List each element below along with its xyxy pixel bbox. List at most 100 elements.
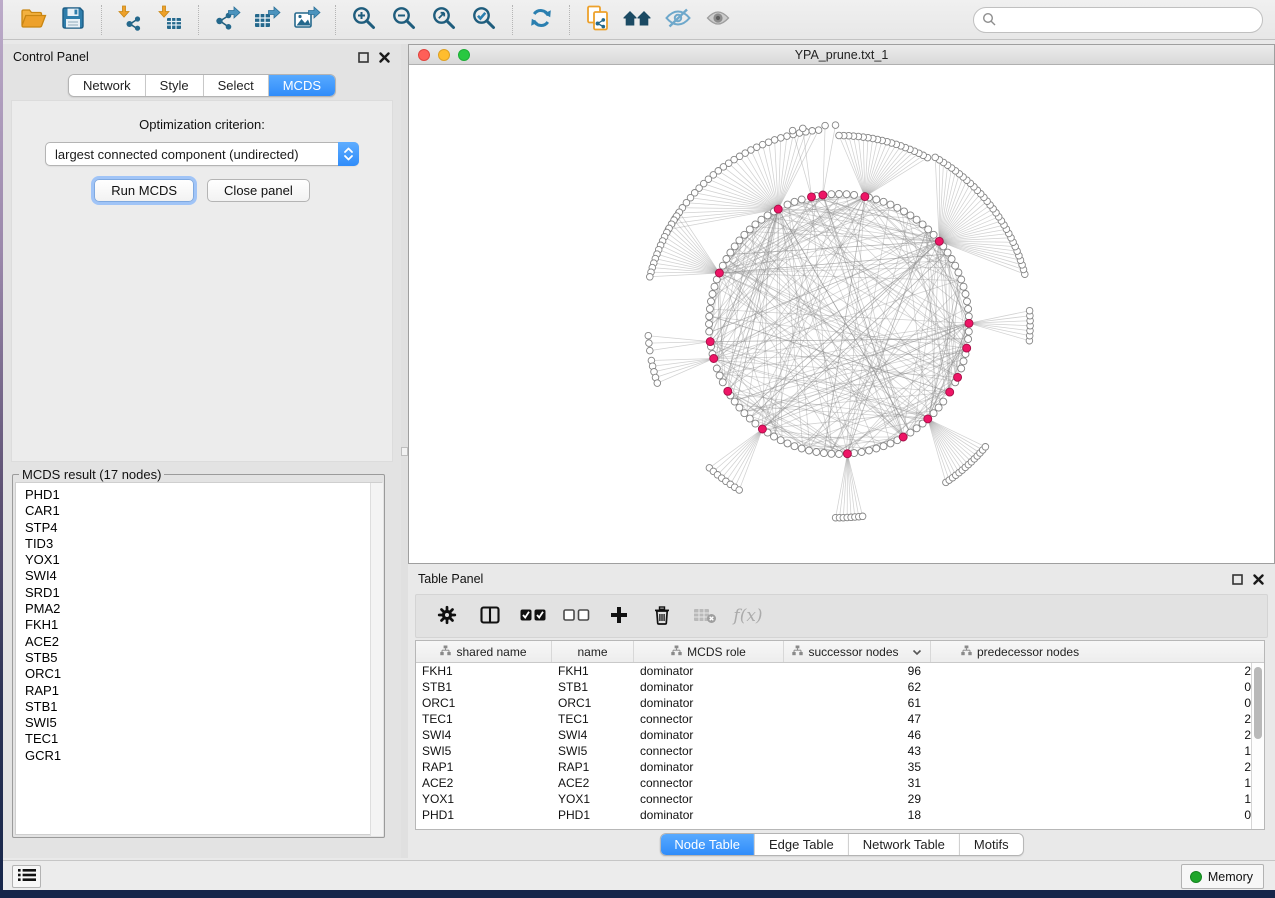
- result-node-item[interactable]: RAP1: [25, 683, 381, 699]
- table-row[interactable]: FKH1FKH1dominator962: [416, 663, 1264, 679]
- leaf-node[interactable]: [859, 513, 866, 520]
- result-node-item[interactable]: PHD1: [25, 487, 381, 503]
- result-node-item[interactable]: SWI5: [25, 715, 381, 731]
- network-node[interactable]: [746, 226, 753, 233]
- network-node[interactable]: [907, 212, 914, 219]
- network-node[interactable]: [887, 440, 894, 447]
- leaf-node[interactable]: [647, 274, 654, 281]
- tab-select[interactable]: Select: [204, 75, 269, 96]
- network-node[interactable]: [771, 433, 778, 440]
- column-header-name[interactable]: name: [552, 641, 634, 662]
- network-node[interactable]: [758, 216, 765, 223]
- window-close-icon[interactable]: [418, 49, 430, 61]
- export-table-button[interactable]: [247, 3, 287, 37]
- network-node[interactable]: [706, 321, 713, 328]
- column-header-successor-nodes[interactable]: successor nodes: [784, 641, 931, 662]
- network-node[interactable]: [719, 379, 726, 386]
- network-node[interactable]: [873, 196, 880, 203]
- leaf-node[interactable]: [646, 340, 653, 347]
- table-scrollbar-thumb[interactable]: [1254, 667, 1262, 739]
- network-node[interactable]: [713, 365, 720, 372]
- network-node[interactable]: [741, 231, 748, 238]
- mcds-hub-node[interactable]: [819, 191, 827, 199]
- mcds-hub-node[interactable]: [924, 415, 932, 423]
- network-node[interactable]: [716, 372, 723, 379]
- settings-gear-button[interactable]: [432, 601, 462, 631]
- deselect-all-button[interactable]: [561, 601, 591, 631]
- network-node[interactable]: [880, 198, 887, 205]
- table-row[interactable]: STB1STB1dominator620: [416, 679, 1264, 695]
- network-node[interactable]: [813, 449, 820, 456]
- network-node[interactable]: [930, 231, 937, 238]
- network-node[interactable]: [836, 451, 843, 458]
- mcds-hub-node[interactable]: [899, 433, 907, 441]
- network-node[interactable]: [706, 313, 713, 320]
- network-node[interactable]: [952, 262, 959, 269]
- leaf-node[interactable]: [1026, 307, 1033, 314]
- column-header-MCDS-role[interactable]: MCDS role: [634, 641, 784, 662]
- criterion-select[interactable]: largest connected component (undirected): [45, 142, 359, 166]
- network-node[interactable]: [836, 191, 843, 198]
- network-node[interactable]: [828, 450, 835, 457]
- add-column-button[interactable]: [604, 601, 634, 631]
- tab-node-table[interactable]: Node Table: [660, 834, 755, 855]
- table-row[interactable]: SWI4SWI4dominator462: [416, 727, 1264, 743]
- leaf-node[interactable]: [736, 487, 743, 494]
- tab-network-table[interactable]: Network Table: [849, 834, 960, 855]
- network-node[interactable]: [731, 243, 738, 250]
- network-node[interactable]: [727, 249, 734, 256]
- float-panel-icon[interactable]: [357, 51, 370, 64]
- network-node[interactable]: [736, 237, 743, 244]
- result-node-item[interactable]: FKH1: [25, 617, 381, 633]
- network-node[interactable]: [964, 298, 971, 305]
- network-node[interactable]: [709, 291, 716, 298]
- window-minimize-icon[interactable]: [438, 49, 450, 61]
- select-all-button[interactable]: [518, 601, 548, 631]
- import-network-button[interactable]: [110, 3, 150, 37]
- export-image-button[interactable]: [287, 3, 327, 37]
- leaf-node[interactable]: [789, 127, 796, 134]
- network-node[interactable]: [752, 420, 759, 427]
- mcds-hub-node[interactable]: [935, 237, 943, 245]
- network-node[interactable]: [741, 410, 748, 417]
- table-row[interactable]: ORC1ORC1dominator610: [416, 695, 1264, 711]
- leaf-node[interactable]: [832, 122, 839, 129]
- network-node[interactable]: [925, 226, 932, 233]
- tab-edge-table[interactable]: Edge Table: [755, 834, 849, 855]
- network-node[interactable]: [913, 216, 920, 223]
- network-node[interactable]: [901, 208, 908, 215]
- network-node[interactable]: [711, 283, 718, 290]
- network-node[interactable]: [731, 398, 738, 405]
- network-node[interactable]: [873, 445, 880, 452]
- table-row[interactable]: YOX1YOX1connector291: [416, 791, 1264, 807]
- close-panel-button[interactable]: Close panel: [207, 179, 310, 202]
- float-table-panel-icon[interactable]: [1231, 573, 1244, 586]
- result-node-item[interactable]: STB5: [25, 650, 381, 666]
- result-node-item[interactable]: GCR1: [25, 748, 381, 764]
- table-row[interactable]: ACE2ACE2connector311: [416, 775, 1264, 791]
- network-node[interactable]: [948, 256, 955, 263]
- network-node[interactable]: [791, 443, 798, 450]
- network-node[interactable]: [746, 415, 753, 422]
- tab-style[interactable]: Style: [146, 75, 204, 96]
- network-node[interactable]: [930, 410, 937, 417]
- zoom-fit-button[interactable]: [424, 3, 464, 37]
- network-node[interactable]: [962, 291, 969, 298]
- result-node-item[interactable]: ACE2: [25, 634, 381, 650]
- table-row[interactable]: SWI5SWI5connector431: [416, 743, 1264, 759]
- leaf-node[interactable]: [778, 135, 785, 142]
- network-node[interactable]: [894, 204, 901, 211]
- network-node[interactable]: [719, 262, 726, 269]
- leaf-node[interactable]: [982, 444, 989, 451]
- mcds-hub-node[interactable]: [963, 344, 971, 352]
- network-node[interactable]: [958, 276, 965, 283]
- network-node[interactable]: [935, 404, 942, 411]
- network-node[interactable]: [708, 298, 715, 305]
- network-node[interactable]: [965, 305, 972, 312]
- mcds-hub-node[interactable]: [710, 355, 718, 363]
- result-node-item[interactable]: SRD1: [25, 585, 381, 601]
- task-history-button[interactable]: [12, 865, 41, 888]
- network-node[interactable]: [843, 191, 850, 198]
- copy-share-button[interactable]: [578, 3, 618, 37]
- network-node[interactable]: [706, 305, 713, 312]
